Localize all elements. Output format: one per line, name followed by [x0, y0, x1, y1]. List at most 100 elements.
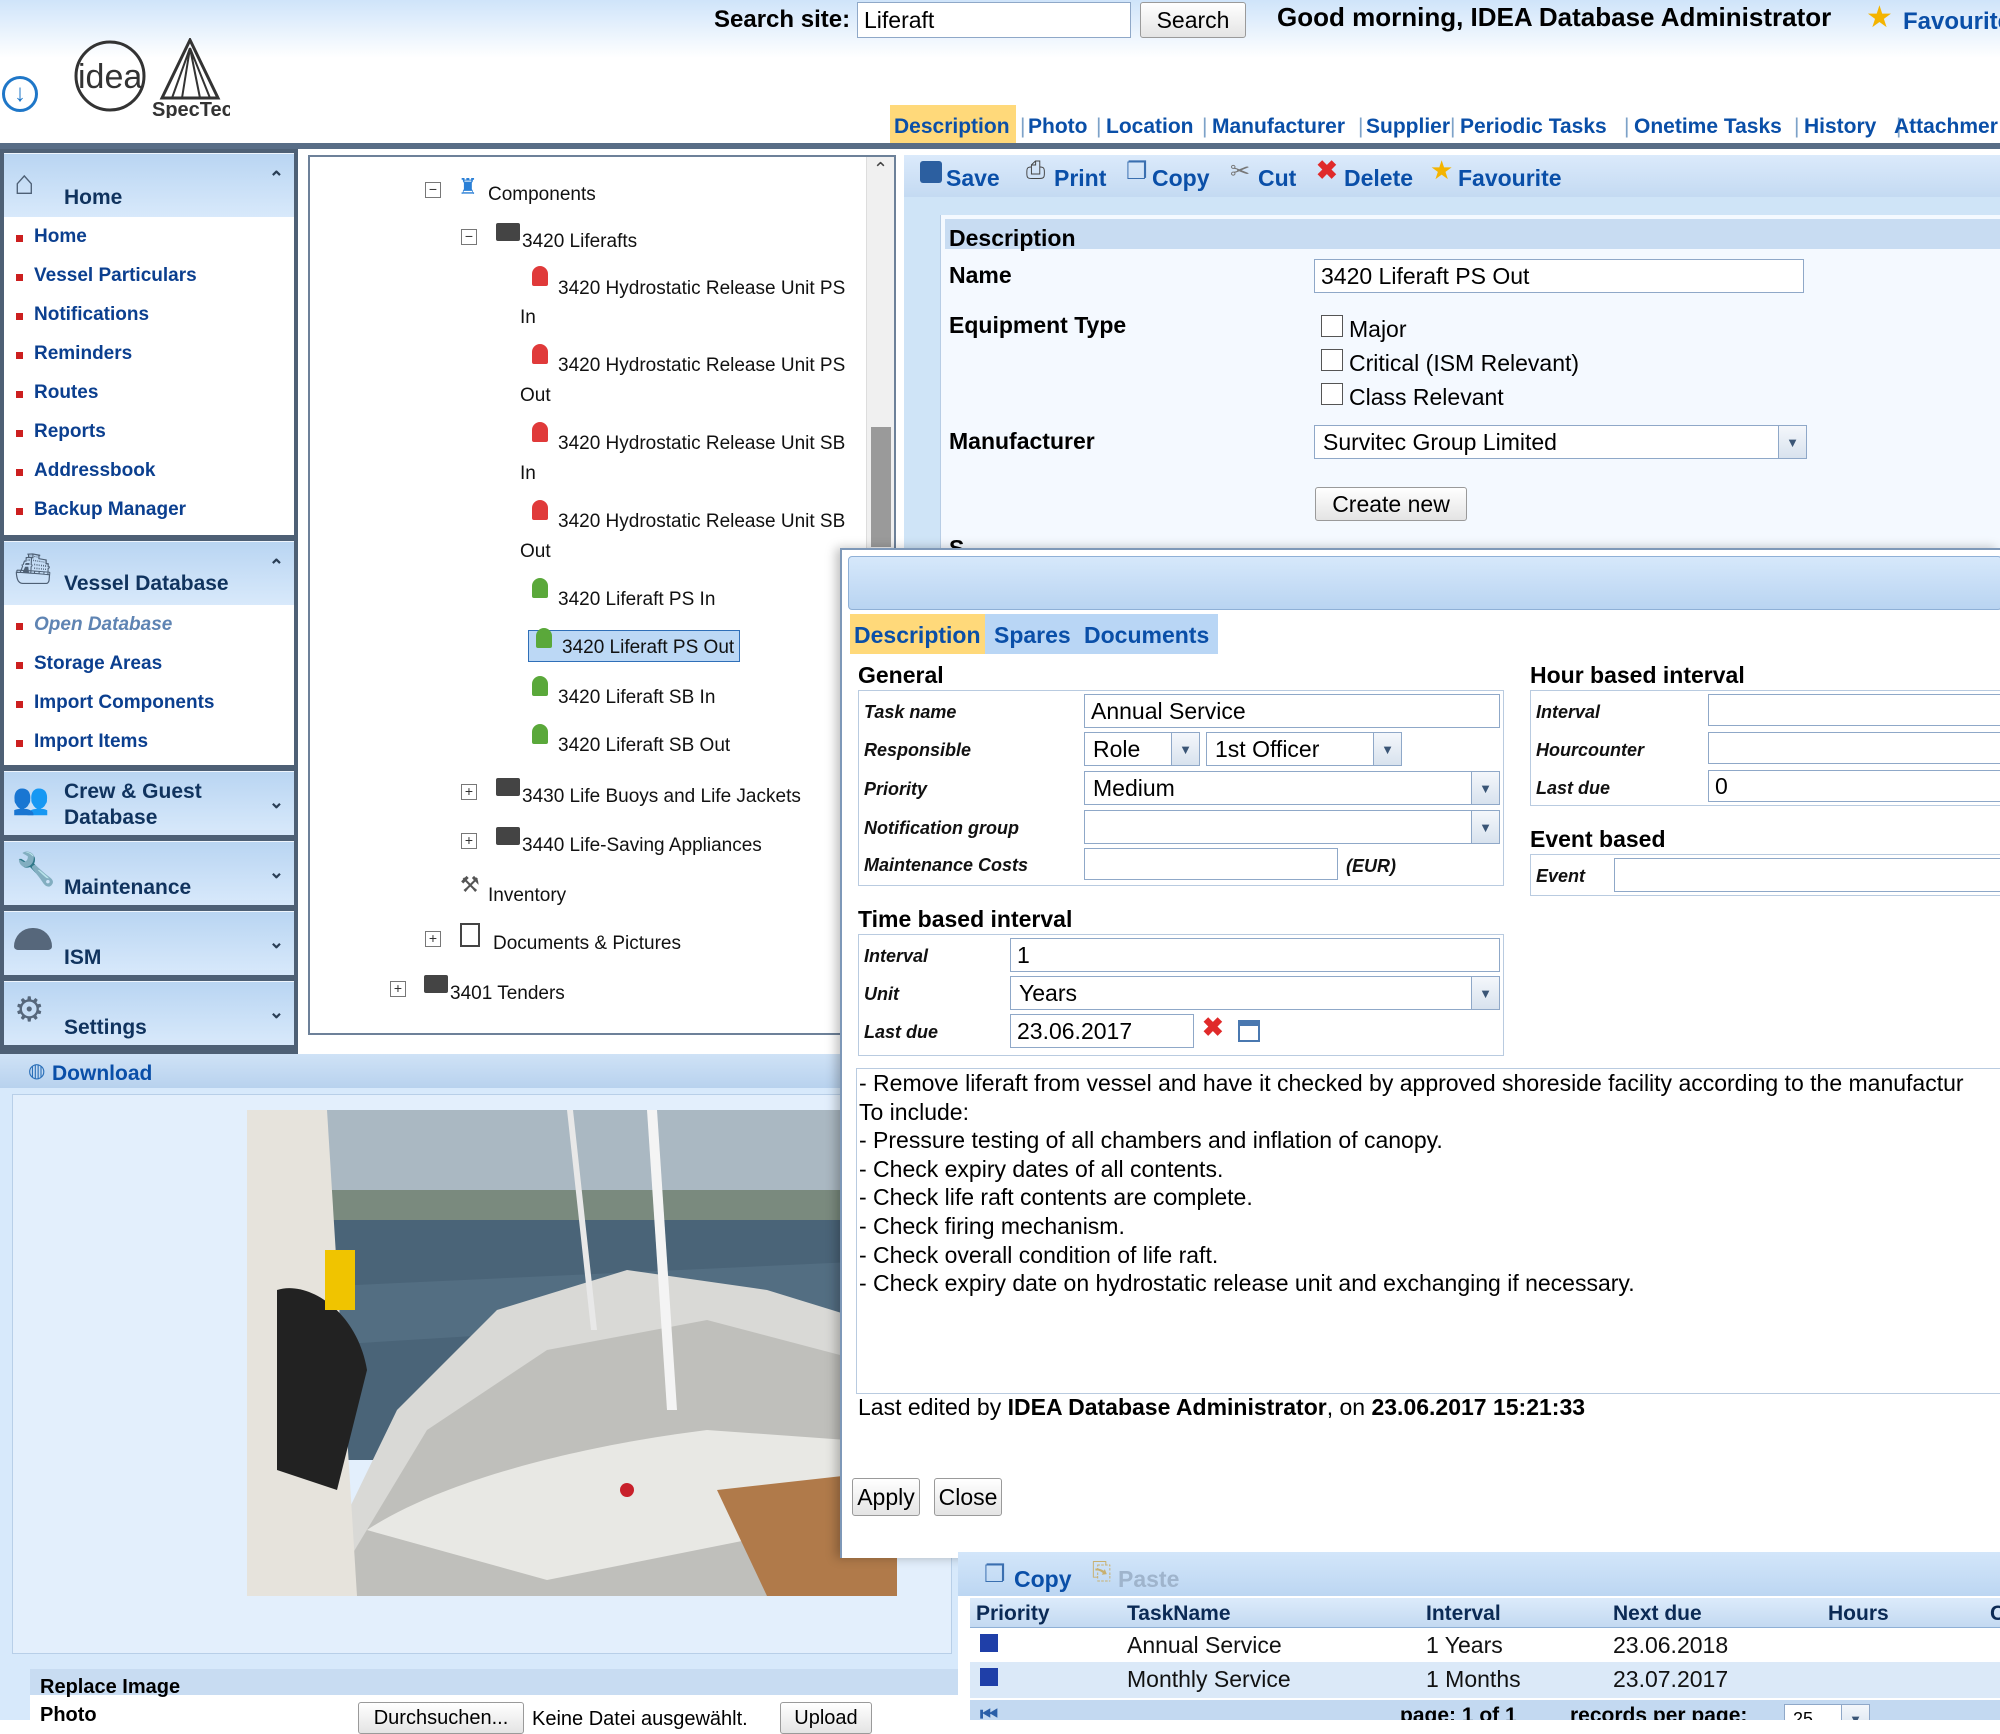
- tree-node-hru-ps-in[interactable]: 3420 Hydrostatic Release Unit PS: [558, 278, 845, 300]
- calendar-icon[interactable]: [1238, 1020, 1260, 1042]
- tree-node-liferaft-ps-in[interactable]: 3420 Liferaft PS In: [558, 589, 715, 611]
- records-per-page-select[interactable]: 25 ▼: [1784, 1704, 1870, 1720]
- col-extra[interactable]: C: [1990, 1602, 2000, 1626]
- tab-photo[interactable]: Photo: [1028, 115, 1087, 139]
- tree-node-life-buoys[interactable]: 3430 Life Buoys and Life Jackets: [522, 786, 801, 808]
- favourite-button[interactable]: Favourite: [1458, 165, 1562, 192]
- col-next-due[interactable]: Next due: [1613, 1602, 1702, 1626]
- nav-storage-areas[interactable]: Storage Areas: [34, 653, 162, 675]
- responsible-select[interactable]: 1st Officer ▼: [1206, 732, 1402, 766]
- chevron-down-icon[interactable]: ▼: [1841, 1705, 1869, 1720]
- expand-icon[interactable]: ⌄: [269, 862, 284, 883]
- sidebar-section-vessel-database[interactable]: ⛴ Vessel Database ⌃: [4, 541, 294, 605]
- col-priority[interactable]: Priority: [976, 1602, 1050, 1626]
- sidebar-section-home[interactable]: ⌂ Home ⌃: [4, 153, 294, 217]
- close-button[interactable]: Close: [934, 1478, 1002, 1516]
- event-input[interactable]: [1614, 858, 2000, 892]
- sidebar-section-settings[interactable]: ⚙ Settings ⌄: [4, 981, 294, 1045]
- tab-description[interactable]: Description: [890, 105, 1016, 145]
- tree-node-inventory[interactable]: Inventory: [488, 885, 566, 907]
- sidebar-section-crew[interactable]: 👥 Crew & Guest Database ⌄: [4, 771, 294, 835]
- expand-icon[interactable]: ⌄: [269, 1002, 284, 1023]
- col-hours[interactable]: Hours: [1828, 1602, 1889, 1626]
- tree-node-hru-ps-out[interactable]: 3420 Hydrostatic Release Unit PS: [558, 355, 845, 377]
- chevron-down-icon[interactable]: ▼: [1778, 426, 1806, 458]
- tree-node-components[interactable]: Components: [488, 184, 596, 206]
- col-taskname[interactable]: TaskName: [1127, 1602, 1231, 1626]
- tree-node-liferaft-sb-in[interactable]: 3420 Liferaft SB In: [558, 687, 715, 709]
- critical-checkbox[interactable]: [1321, 349, 1343, 371]
- collapse-toggle[interactable]: −: [425, 182, 441, 198]
- tree-node-liferaft-sb-out[interactable]: 3420 Liferaft SB Out: [558, 735, 730, 757]
- dialog-tab-description[interactable]: Description: [850, 614, 985, 654]
- clear-date-icon[interactable]: ✖: [1202, 1012, 1224, 1043]
- chevron-down-icon[interactable]: ▼: [1471, 977, 1499, 1009]
- collapse-icon[interactable]: ⌃: [269, 556, 284, 577]
- nav-reminders[interactable]: Reminders: [34, 343, 132, 365]
- tree-node-tenders[interactable]: 3401 Tenders: [450, 983, 565, 1005]
- nav-addressbook[interactable]: Addressbook: [34, 460, 155, 482]
- col-interval[interactable]: Interval: [1426, 1602, 1501, 1626]
- task-name-input[interactable]: Annual Service: [1084, 694, 1500, 728]
- sidebar-section-ism[interactable]: ISM ⌄: [4, 911, 294, 975]
- tab-onetime-tasks[interactable]: Onetime Tasks: [1634, 115, 1782, 139]
- tab-attachments[interactable]: Attachmer: [1894, 115, 1998, 139]
- hb-interval-input[interactable]: [1708, 694, 2000, 726]
- tb-interval-input[interactable]: 1: [1010, 938, 1500, 972]
- notification-group-select[interactable]: ▼: [1084, 810, 1500, 844]
- download-arrow-icon[interactable]: ↓: [2, 76, 38, 112]
- tree-node-documents[interactable]: Documents & Pictures: [493, 933, 681, 955]
- nav-open-database[interactable]: Open Database: [34, 614, 172, 636]
- tab-location[interactable]: Location: [1106, 115, 1194, 139]
- tree-node-hru-sb-in[interactable]: 3420 Hydrostatic Release Unit SB: [558, 433, 845, 455]
- class-relevant-checkbox[interactable]: [1321, 383, 1343, 405]
- nav-vessel-particulars[interactable]: Vessel Particulars: [34, 265, 197, 287]
- expand-toggle[interactable]: +: [390, 981, 406, 997]
- nav-import-components[interactable]: Import Components: [34, 692, 215, 714]
- dialog-tab-spares[interactable]: Spares: [994, 622, 1071, 649]
- collapse-icon[interactable]: ⌃: [269, 168, 284, 189]
- nav-home[interactable]: Home: [34, 226, 87, 248]
- upload-button[interactable]: Upload: [780, 1702, 872, 1734]
- tab-manufacturer[interactable]: Manufacturer: [1212, 115, 1345, 139]
- tree-node-liferaft-ps-out[interactable]: 3420 Liferaft PS Out: [562, 637, 734, 659]
- save-button[interactable]: Save: [946, 165, 1000, 192]
- expand-icon[interactable]: ⌄: [269, 932, 284, 953]
- hb-last-due-input[interactable]: 0: [1708, 770, 2000, 802]
- copy-button[interactable]: Copy: [1152, 165, 1210, 192]
- dialog-titlebar[interactable]: [848, 556, 2000, 610]
- unit-select[interactable]: Years ▼: [1010, 976, 1500, 1010]
- tab-supplier[interactable]: Supplier: [1366, 115, 1450, 139]
- nav-import-items[interactable]: Import Items: [34, 731, 148, 753]
- priority-select[interactable]: Medium ▼: [1084, 771, 1500, 805]
- expand-toggle[interactable]: +: [461, 833, 477, 849]
- task-copy-button[interactable]: Copy: [1014, 1566, 1072, 1593]
- scroll-up-icon[interactable]: ⌃: [873, 159, 888, 180]
- chevron-down-icon[interactable]: ▼: [1373, 733, 1401, 765]
- first-page-icon[interactable]: ⏮: [980, 1704, 998, 1720]
- responsible-type-select[interactable]: Role ▼: [1084, 732, 1200, 766]
- maintenance-costs-input[interactable]: [1084, 848, 1338, 880]
- apply-button[interactable]: Apply: [852, 1478, 920, 1516]
- print-button[interactable]: Print: [1054, 165, 1106, 192]
- nav-routes[interactable]: Routes: [34, 382, 98, 404]
- search-input[interactable]: Liferaft: [857, 2, 1131, 38]
- chevron-down-icon[interactable]: ▼: [1471, 811, 1499, 843]
- tab-history[interactable]: History: [1804, 115, 1876, 139]
- major-checkbox[interactable]: [1321, 315, 1343, 337]
- favourites-link[interactable]: Favourite: [1903, 8, 2000, 36]
- tab-periodic-tasks[interactable]: Periodic Tasks: [1460, 115, 1607, 139]
- expand-toggle[interactable]: +: [461, 784, 477, 800]
- scroll-thumb[interactable]: [871, 427, 891, 547]
- create-new-button[interactable]: Create new: [1315, 487, 1467, 521]
- chevron-down-icon[interactable]: ▼: [1171, 733, 1199, 765]
- tree-node-hru-sb-out[interactable]: 3420 Hydrostatic Release Unit SB: [558, 511, 845, 533]
- tree-node-life-saving[interactable]: 3440 Life-Saving Appliances: [522, 835, 762, 857]
- manufacturer-select[interactable]: Survitec Group Limited ▼: [1314, 425, 1807, 459]
- cut-button[interactable]: Cut: [1258, 165, 1296, 192]
- nav-notifications[interactable]: Notifications: [34, 304, 149, 326]
- sidebar-section-maintenance[interactable]: 🔧 Maintenance ⌄: [4, 841, 294, 905]
- collapse-toggle[interactable]: −: [461, 229, 477, 245]
- search-button[interactable]: Search: [1140, 2, 1246, 38]
- name-input[interactable]: 3420 Liferaft PS Out: [1314, 259, 1804, 293]
